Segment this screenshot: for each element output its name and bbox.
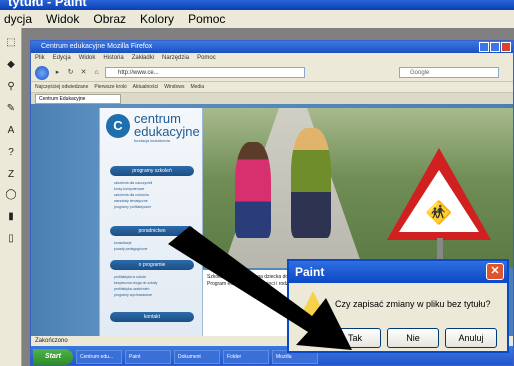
sidebar-section-heading: o programie [110,260,194,270]
dialog-title-bar: Paint ✕ [289,261,507,283]
browser-title-bar: Centrum edukacyjne Mozilla Firefox [31,41,513,53]
menu-help[interactable]: Pomoc [188,12,225,26]
menu-view[interactable]: Widok [46,12,79,26]
polygon-tool-icon[interactable]: Z [3,166,19,182]
stop-icon: ✕ [80,69,87,76]
magnifier-tool-icon[interactable]: ⚲ [3,78,19,94]
sidebar-section-list: szkolenia dla nauczycieli kursy komputer… [114,180,194,210]
no-button[interactable]: Nie [387,328,439,348]
options-tool-icon[interactable]: ▯ [3,230,19,246]
browser-menu-item: Widok [78,55,96,61]
browser-menu-bar: Plik Edycja Widok Historia Zakładki Narz… [31,53,513,64]
warning-icon [299,291,327,319]
logo-subtitle: fundacja kształcenia [134,138,171,143]
school-children-icon: 🚸 [425,200,453,225]
close-icon [501,42,511,52]
taskbar-item: Dokument [174,349,220,364]
browser-menu-item: Plik [35,55,45,61]
home-icon: ⌂ [94,69,99,76]
taskbar-item: Paint [125,349,171,364]
sidebar-section-heading: kontakt [110,312,194,322]
bookmark-item: Windows [164,84,185,90]
reload-icon: ↻ [67,69,74,76]
url-field: http://www.ce... [105,67,305,78]
paint-window-title: tytułu - Paint [8,0,87,9]
taskbar-item: Centrum edu... [76,349,122,364]
curve-tool-icon[interactable]: ? [3,144,19,160]
yes-button[interactable]: Tak [329,328,381,348]
browser-menu-item: Narzędzia [162,55,190,61]
dialog-title: Paint [295,265,325,279]
sidebar-section-heading: programy szkoleń [110,166,194,176]
minimize-icon [479,42,489,52]
browser-tab-strip: Centrum Edukacyjne [31,93,513,104]
browser-menu-item: Pomoc [197,55,216,61]
menu-edit[interactable]: dycja [4,12,32,26]
sidebar-link: porady pedagogiczne [114,247,148,251]
site-sidebar: C centrum edukacyjne fundacja kształceni… [99,108,203,336]
menu-colors[interactable]: Kolory [140,12,174,26]
bookmark-item: Najczęściej odwiedzane [35,84,89,90]
browser-menu-item: Edycja [52,55,71,61]
sidebar-section-list: konsultacje porady pedagogiczne [114,240,194,252]
save-changes-dialog: Paint ✕ Czy zapisać zmiany w pliku bez t… [287,259,509,353]
site-logo-icon: C [106,114,130,138]
sidebar-section-heading: poradnictwo [110,226,194,236]
bookmark-item: Aktualności [132,84,159,90]
dialog-close-button[interactable]: ✕ [486,263,504,280]
start-button: Start [33,348,73,365]
children-walking-photo: 🚸 [203,108,513,268]
search-field: Google [399,67,499,78]
sidebar-link: programy wychowawcze [114,293,153,297]
bookmark-item: Pierwsze kroki [94,84,127,90]
browser-window-title: Centrum edukacyjne Mozilla Firefox [41,43,153,50]
back-icon [35,65,49,80]
dialog-message: Czy zapisać zmiany w pliku bez tytułu? [335,299,491,309]
logo-line-2: edukacyjne [134,124,200,139]
browser-tab: Centrum Edukacyjne [35,94,121,104]
browser-nav-bar: ▸ ↻ ✕ ⌂ http://www.ce... Google [31,64,513,82]
child-figure-right [291,128,331,238]
menu-image[interactable]: Obraz [93,12,126,26]
paint-toolbox: ⬚ ◆ ⚲ ✎ A ? Z ◯ ▮ ▯ [0,28,22,366]
bookmarks-bar: Najczęściej odwiedzane Pierwsze kroki Ak… [31,82,513,93]
browser-menu-item: Zakładki [131,55,155,61]
select-tool-icon[interactable]: ⬚ [3,34,19,50]
fill-tool-icon[interactable]: ◆ [3,56,19,72]
paint-menu-bar: dycja Widok Obraz Kolory Pomoc [0,10,514,28]
sidebar-section-list: profilaktyka w szkole bezpieczna droga d… [114,274,194,298]
maximize-icon [490,42,500,52]
child-figure-left [235,142,271,238]
forward-icon: ▸ [55,69,60,76]
bookmark-item: Media [190,84,205,90]
cancel-button[interactable]: Anuluj [445,328,497,348]
pencil-tool-icon[interactable]: ✎ [3,100,19,116]
text-tool-icon[interactable]: A [3,122,19,138]
sidebar-link: programy profilaktyczne [114,205,152,209]
taskbar-item: Folder [223,349,269,364]
browser-menu-item: Historia [103,55,124,61]
browser-window-buttons [479,42,511,52]
rectangle-tool-icon[interactable]: ▮ [3,208,19,224]
site-logo-text: centrum edukacyjne [134,112,200,138]
ellipse-tool-icon[interactable]: ◯ [3,186,19,202]
paint-title-bar: tytułu - Paint [0,0,514,10]
